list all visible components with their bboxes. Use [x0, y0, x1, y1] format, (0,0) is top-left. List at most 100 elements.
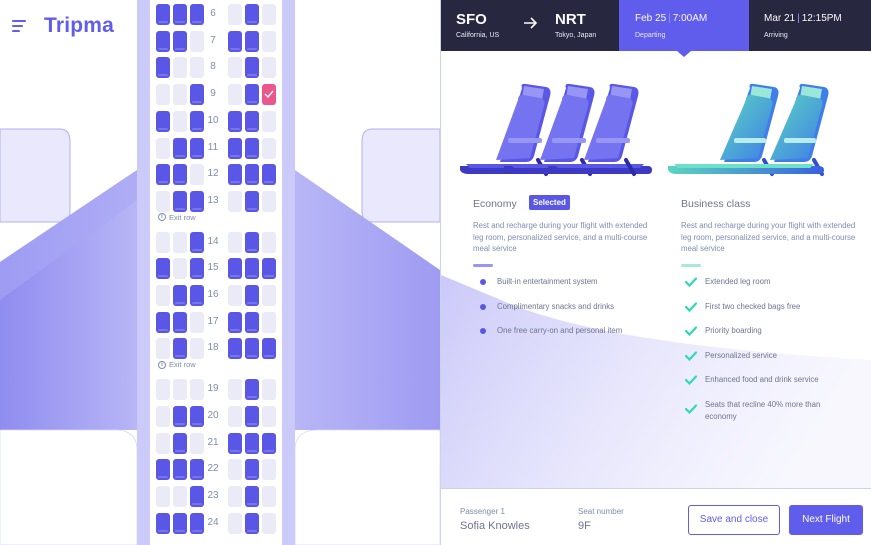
seat-13F [262, 190, 276, 212]
seat-15D[interactable] [228, 258, 242, 280]
seat-20B[interactable] [173, 405, 187, 427]
save-and-close-button[interactable]: Save and close [688, 505, 780, 535]
seat-row-23: 23 [150, 485, 276, 507]
seat-6E[interactable] [245, 4, 259, 25]
feature-text: Personalized service [705, 350, 777, 360]
seat-19D [228, 379, 242, 401]
row-number: 18 [207, 342, 219, 354]
seat-row-16: 16 [150, 285, 276, 306]
seat-19E[interactable] [245, 379, 259, 401]
seat-9D [228, 84, 242, 106]
seat-14A [156, 231, 170, 253]
arrow-right-icon [524, 17, 538, 29]
feature-item: Complimentary snacks and drinks [473, 301, 653, 326]
separator: | [797, 13, 800, 24]
seat-13B[interactable] [173, 190, 187, 212]
seat-10E[interactable] [245, 110, 259, 132]
seat-21F[interactable] [262, 432, 276, 454]
seat-7A[interactable] [156, 30, 170, 52]
feature-text: Extended leg room [705, 277, 771, 286]
seat-10A[interactable] [156, 110, 170, 132]
seat-7D[interactable] [228, 30, 242, 52]
feature-text: Seats that recline 40% more than economy [705, 399, 821, 421]
seat-15B [173, 258, 187, 280]
seat-23E[interactable] [245, 485, 259, 507]
seat-20E[interactable] [245, 405, 259, 427]
seat-21B[interactable] [173, 432, 187, 454]
seat-18A [156, 338, 170, 360]
seat-row-24: 24 [150, 512, 276, 534]
seat-13D [228, 190, 242, 212]
seat-15E[interactable] [245, 258, 259, 280]
seat-18F[interactable] [262, 338, 276, 360]
seat-9E[interactable] [245, 84, 259, 106]
flight-header: SFO California, US NRT Tokyo, Japan Feb … [441, 0, 871, 51]
seat-18E[interactable] [245, 338, 259, 360]
seat-12F[interactable] [262, 164, 276, 186]
departing-tab[interactable]: Feb 25 | 7:00AM Departing [619, 0, 749, 51]
arriving-date: Mar 21 [764, 13, 796, 24]
feature-text: First two checked bags free [705, 301, 801, 311]
seat-21D[interactable] [228, 432, 242, 454]
seat-15F[interactable] [262, 258, 276, 280]
seat-7E[interactable] [245, 30, 259, 52]
row-number: 9 [210, 88, 216, 100]
seat-6F [262, 4, 276, 25]
check-icon [685, 301, 697, 312]
seat-8A[interactable] [156, 57, 170, 79]
origin-code: SFO [456, 11, 487, 28]
seat-22F [262, 459, 276, 481]
seat-17D[interactable] [228, 311, 242, 333]
seat-24A[interactable] [156, 512, 170, 534]
seat-17A[interactable] [156, 311, 170, 333]
seat-8E[interactable] [245, 57, 259, 79]
seat-21E[interactable] [245, 432, 259, 454]
seat-12D[interactable] [228, 164, 242, 186]
seat-9F[interactable] [262, 84, 276, 106]
seat-22B[interactable] [173, 459, 187, 481]
seat-24E[interactable] [245, 512, 259, 534]
row-number: 22 [207, 463, 219, 475]
seat-15A[interactable] [156, 258, 170, 280]
economy-description: Rest and recharge during your flight wit… [473, 221, 648, 253]
seat-9B [173, 84, 187, 106]
seat-16B[interactable] [173, 285, 187, 306]
feature-item: One free carry-on and personal item [473, 325, 653, 350]
seat-14B [173, 231, 187, 253]
seat-13E[interactable] [245, 190, 259, 212]
check-icon [685, 350, 697, 361]
seat-row-14: 14 [150, 231, 276, 253]
passenger-label: Passenger 1 [460, 507, 505, 516]
seat-11E[interactable] [245, 137, 259, 159]
next-flight-button[interactable]: Next Flight [789, 505, 863, 535]
seat-16E[interactable] [245, 285, 259, 306]
check-icon [685, 277, 697, 287]
seat-18D[interactable] [228, 338, 242, 360]
seat-12A[interactable] [156, 164, 170, 186]
feature-text: Built-in entertainment system [497, 277, 598, 286]
seat-18B[interactable] [173, 338, 187, 360]
seat-11B[interactable] [173, 137, 187, 159]
app-logo[interactable]: Tripma [44, 14, 114, 38]
seat-12B[interactable] [173, 164, 187, 186]
seat-22E[interactable] [245, 459, 259, 481]
seat-11D[interactable] [228, 137, 242, 159]
seat-12E[interactable] [245, 164, 259, 186]
destination-place: Tokyo, Japan [555, 32, 597, 39]
seat-14E[interactable] [245, 231, 259, 253]
menu-icon[interactable] [12, 20, 26, 32]
seat-10B [173, 110, 187, 132]
seat-6A[interactable] [156, 4, 170, 25]
seat-8D [228, 57, 242, 79]
seat-10D[interactable] [228, 110, 242, 132]
seat-6B[interactable] [173, 4, 187, 25]
seat-19A [156, 379, 170, 401]
seat-19B [173, 379, 187, 401]
feature-item: Personalized service [681, 350, 861, 375]
seat-row-13: 13 [150, 190, 276, 212]
seat-24B[interactable] [173, 512, 187, 534]
seat-17B[interactable] [173, 311, 187, 333]
seat-22A[interactable] [156, 459, 170, 481]
seat-7B[interactable] [173, 30, 187, 52]
seat-17E[interactable] [245, 311, 259, 333]
